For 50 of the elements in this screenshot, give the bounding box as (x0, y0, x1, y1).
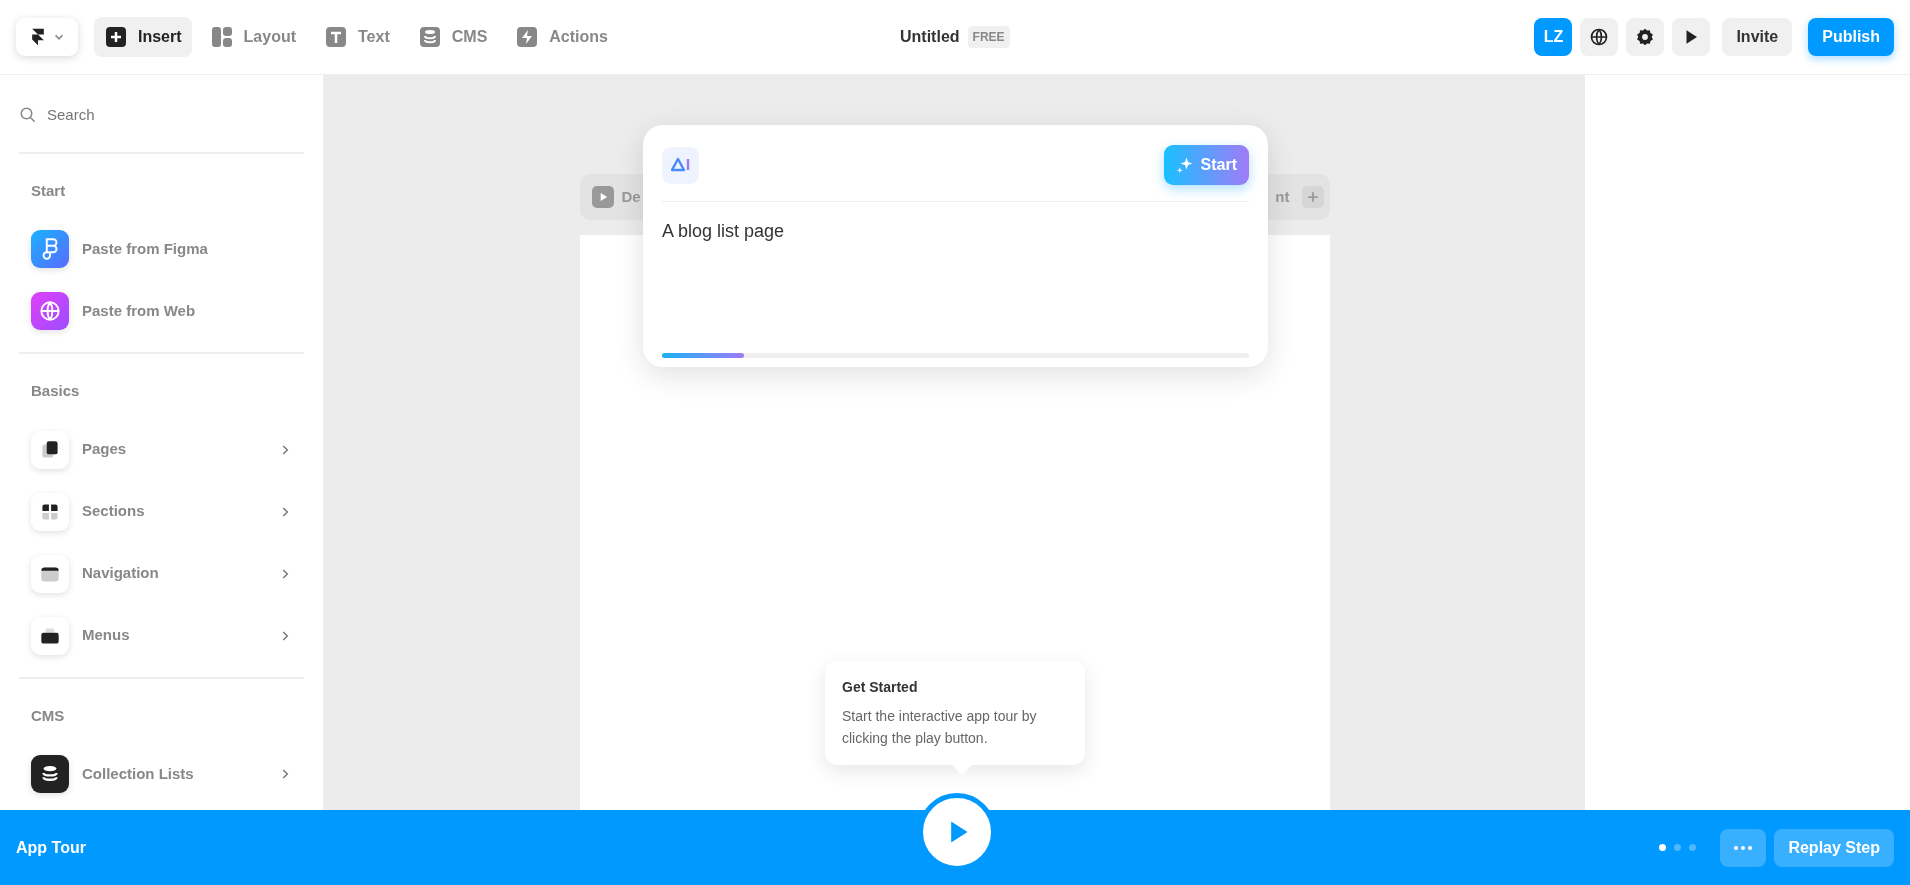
text-icon (324, 25, 349, 49)
section-heading: Start (30, 180, 67, 201)
frame-label: De (621, 186, 641, 207)
avatar-button[interactable]: LZ (1534, 18, 1573, 56)
lightning-icon (515, 25, 540, 49)
more-button[interactable] (1720, 828, 1767, 867)
play-preview-button[interactable] (591, 186, 614, 208)
sidebar-item[interactable]: Paste from Web (19, 280, 304, 342)
tooltip-text: Start the interactive app tour by clicking the play button. (842, 707, 1038, 748)
toolbar-tab[interactable]: Layout (199, 17, 307, 57)
search-icon (19, 106, 37, 125)
section-heading: CMS (30, 705, 66, 726)
add-breakpoint-button[interactable] (1301, 186, 1324, 208)
settings-icon (1635, 27, 1656, 47)
step-dot[interactable] (1674, 844, 1682, 851)
toolbar-tab[interactable]: Actions (505, 17, 618, 57)
more-icon (1734, 846, 1753, 851)
layout-icon (209, 25, 234, 49)
tooltip-title: Get Started (842, 678, 919, 697)
sidebar-item[interactable]: Paste from Figma (19, 218, 304, 280)
toolbar-tab[interactable]: Insert (94, 17, 192, 57)
preview-button[interactable] (1672, 18, 1711, 56)
sparkle-icon (1175, 156, 1194, 174)
plus-icon (104, 25, 128, 49)
toolbar-tab[interactable]: Text (314, 17, 400, 57)
sidebar-item[interactable]: Collection Lists (19, 743, 304, 805)
sidebar-item[interactable]: Menus (19, 604, 304, 667)
invite-button[interactable]: Invite (1722, 18, 1793, 56)
ai-logo-icon (662, 146, 699, 184)
sidebar-item[interactable]: Sections (19, 480, 304, 543)
project-title: Untitled (900, 27, 960, 47)
sidebar-item[interactable]: Pages (19, 418, 304, 481)
logo-menu-button[interactable] (16, 18, 78, 56)
globe-icon (1589, 27, 1610, 47)
replay-step-button[interactable]: Replay Step (1774, 828, 1894, 867)
sidebar-item[interactable]: Navigation (19, 542, 304, 605)
globe-button[interactable] (1580, 18, 1619, 56)
start-button[interactable]: Start (1163, 145, 1249, 185)
frame-label: nt (1275, 186, 1290, 207)
plus-icon (1305, 190, 1320, 204)
settings-button[interactable] (1626, 18, 1665, 56)
step-dot[interactable] (1659, 844, 1667, 851)
database-icon (417, 25, 442, 49)
publish-button[interactable]: Publish (1808, 18, 1894, 56)
tour-title: App Tour (16, 837, 86, 858)
toolbar-tab[interactable]: CMS (407, 17, 498, 57)
step-dot[interactable] (1689, 844, 1697, 851)
globe-icon (37, 298, 63, 324)
plan-label: FREE (967, 26, 1010, 48)
section-heading: Basics (30, 381, 81, 401)
